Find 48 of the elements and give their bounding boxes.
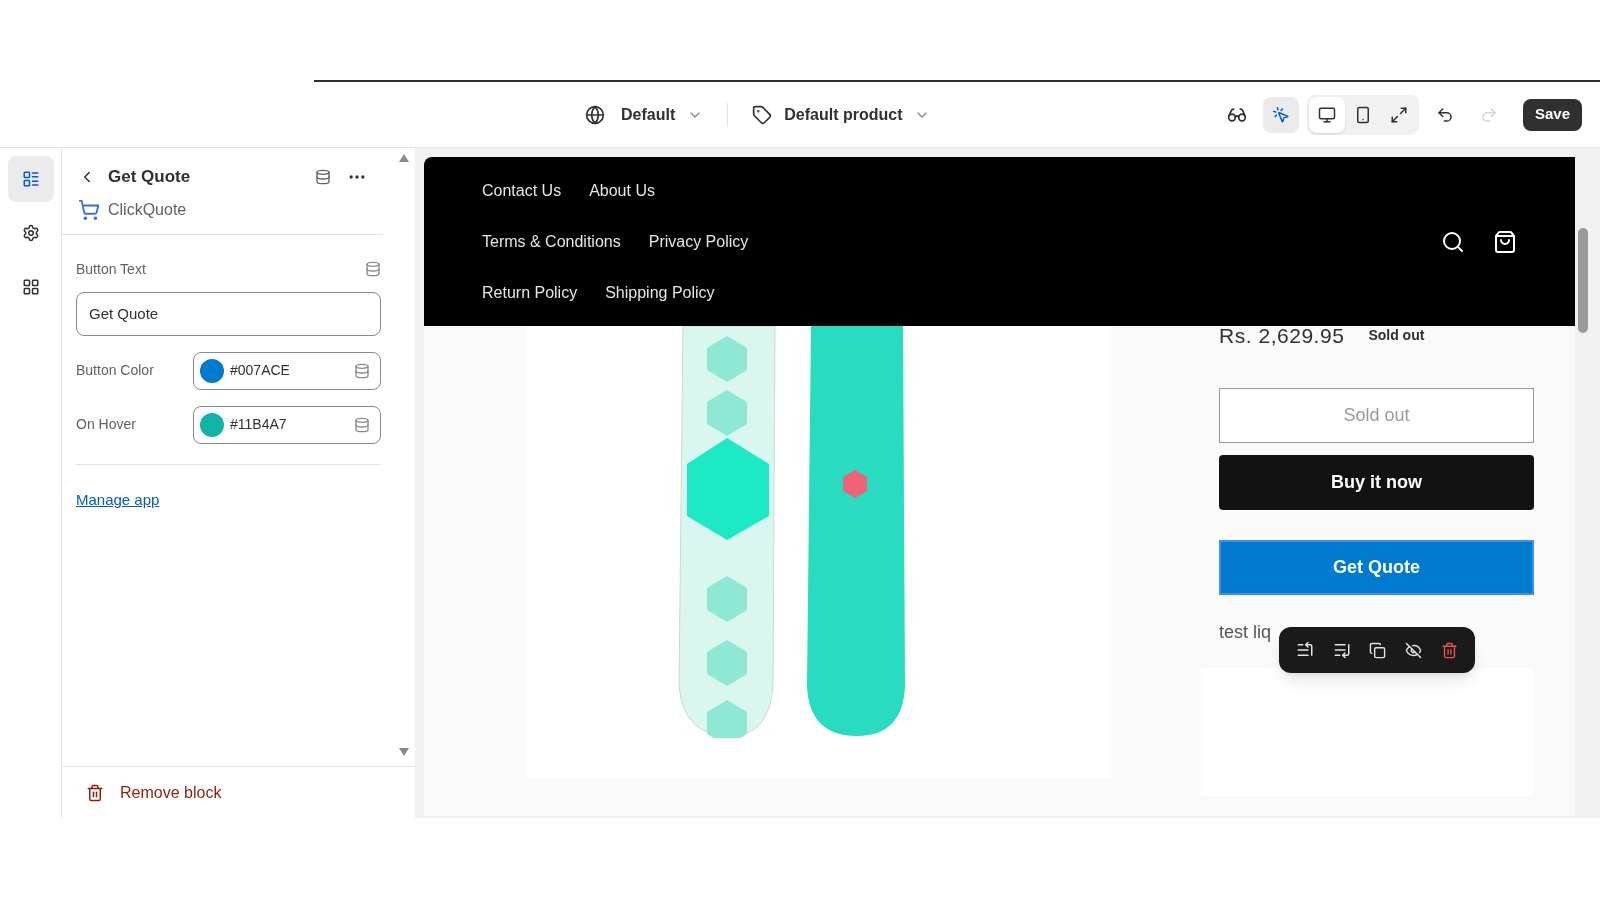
nav-link[interactable]: Terms & Conditions [482,229,621,254]
database-icon[interactable] [365,261,381,277]
sections-icon[interactable] [7,156,54,202]
inspector-button[interactable] [1262,96,1299,133]
app-logo-icon [78,198,100,221]
scroll-down-icon[interactable] [399,748,409,756]
cart-icon[interactable] [1493,229,1517,254]
nav-link[interactable]: Shipping Policy [605,280,715,305]
duplicate-icon[interactable] [1369,641,1387,659]
theme-dropdown[interactable]: Default [621,102,704,127]
button-text-input[interactable]: Get Quote [76,291,381,336]
nav-link[interactable]: About Us [589,178,655,203]
database-icon[interactable] [354,416,370,433]
app-name: ClickQuote [108,199,187,220]
field-label: Button Text [76,259,146,279]
field-label: Button Color [76,361,154,380]
database-icon[interactable] [315,168,331,185]
nav-link[interactable]: Privacy Policy [648,229,749,254]
color-value: #11B4A7 [230,415,287,434]
tag-icon[interactable] [752,104,773,125]
save-button[interactable]: Save [1522,98,1582,131]
manage-app-link[interactable]: Manage app [76,488,381,511]
liquid-text: test liq [1219,620,1273,644]
database-icon[interactable] [354,362,370,379]
remove-block-button[interactable]: Remove block [86,780,222,805]
sold-out-label: Sold out [1368,326,1425,346]
globe-icon[interactable] [585,104,605,125]
nav-link[interactable]: Return Policy [482,280,578,305]
color-value: #007ACE [230,361,290,380]
move-down-icon[interactable] [1332,641,1351,659]
product-price: Rs. 2,629.95 [1219,323,1345,349]
nav-link[interactable]: Contact Us [482,178,562,203]
hide-icon[interactable] [1405,641,1423,659]
pointer-icon [1271,105,1290,124]
field-label: On Hover [76,415,136,434]
color-input[interactable]: #007ACE [193,351,381,390]
color-input[interactable]: #11B4A7 [193,405,381,444]
preview-scrollbar[interactable] [1578,228,1588,333]
move-up-icon[interactable] [1296,641,1315,659]
search-icon[interactable] [1441,229,1465,254]
desktop-icon[interactable] [1308,96,1345,133]
panel-title: Get Quote [108,166,191,188]
trash-icon [86,783,104,802]
template-dropdown[interactable]: Default product [784,102,931,127]
delete-icon[interactable] [1440,641,1458,659]
get-quote-button[interactable]: Get Quote [1219,539,1534,595]
buy-now-button[interactable]: Buy it now [1219,454,1534,510]
scroll-up-icon[interactable] [399,154,409,162]
